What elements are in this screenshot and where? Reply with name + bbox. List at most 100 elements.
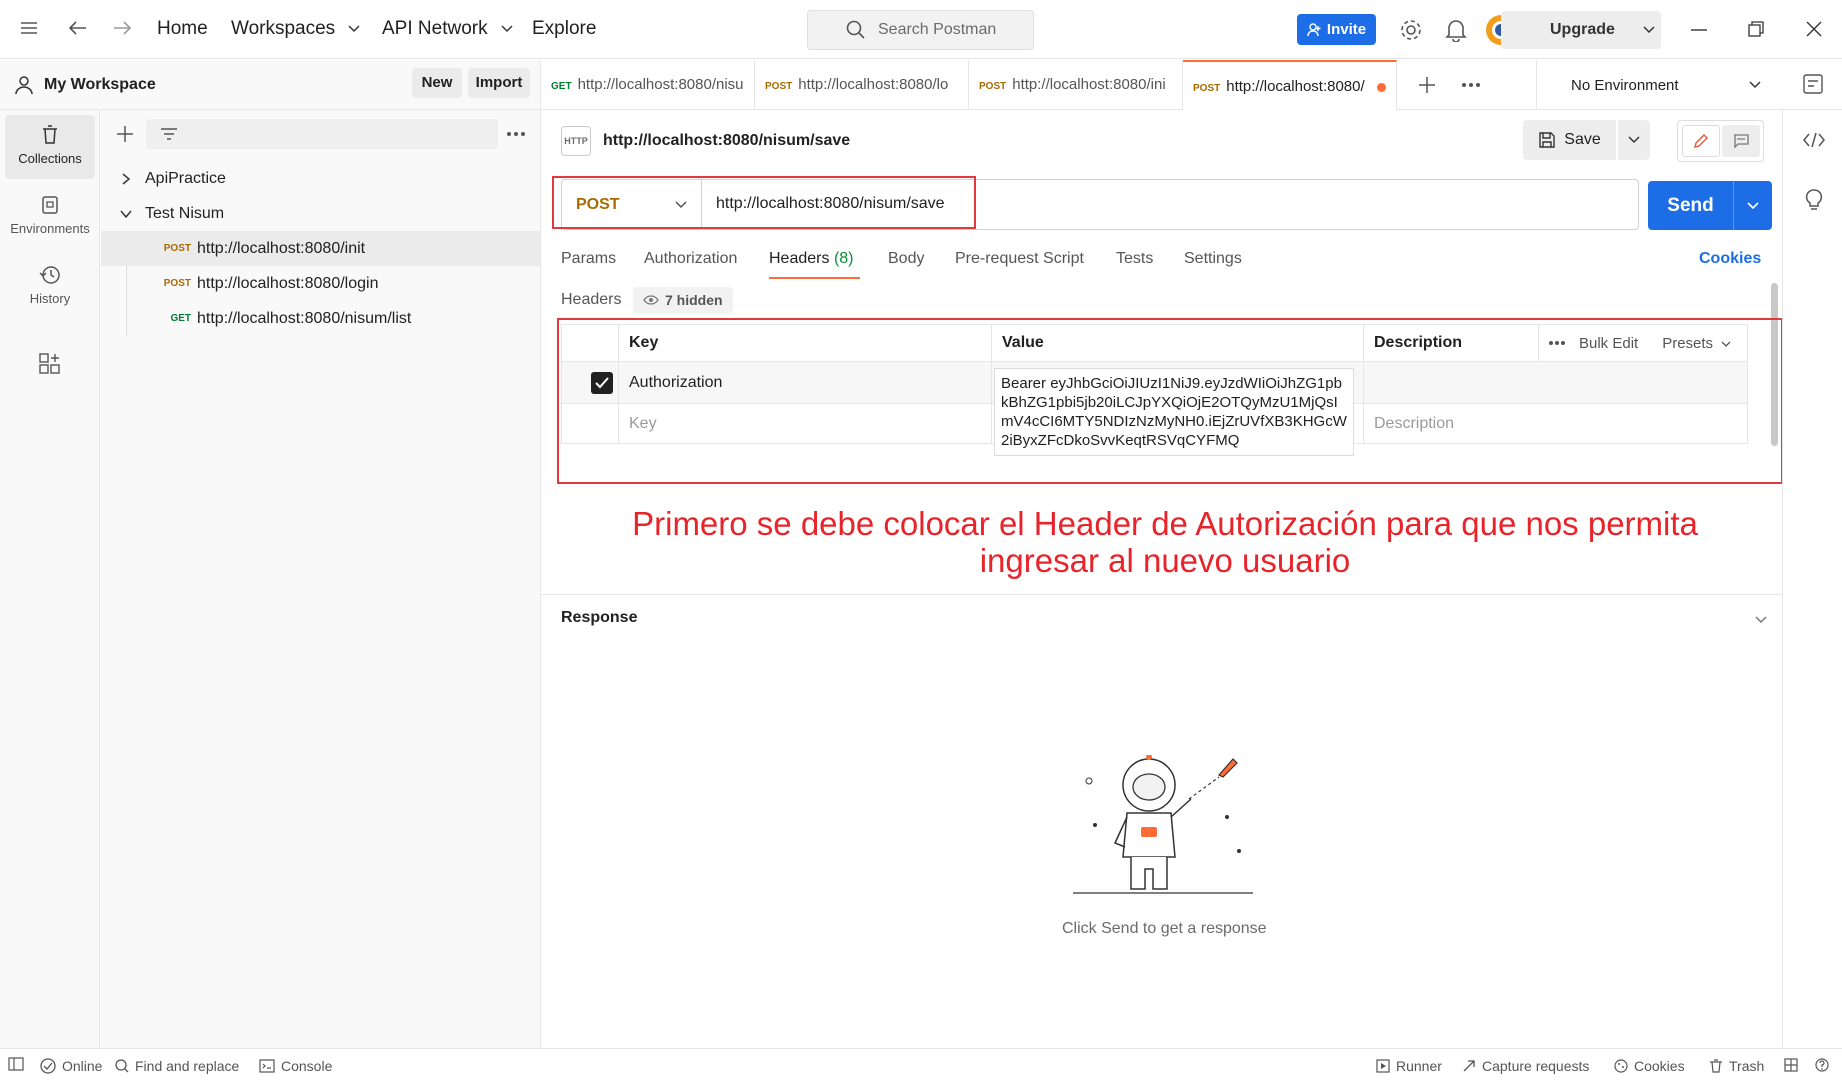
toggle-sidebar-icon[interactable] — [8, 1057, 24, 1071]
online-status[interactable]: Online — [40, 1058, 102, 1074]
cookie-icon — [1614, 1059, 1628, 1073]
save-options-button[interactable] — [1618, 120, 1650, 160]
tab-url: http://localhost:8080/ini — [1012, 76, 1166, 93]
add-collection-icon[interactable] — [116, 125, 134, 143]
new-button[interactable]: New — [412, 68, 462, 98]
close-window-icon[interactable] — [1806, 21, 1822, 37]
tab-settings[interactable]: Settings — [1184, 250, 1242, 268]
comment-mode-button[interactable] — [1722, 125, 1760, 157]
tab-headers-label: Headers — [769, 250, 830, 267]
hamburger-menu-icon[interactable] — [20, 20, 38, 36]
environment-icon — [42, 196, 58, 214]
restore-window-icon[interactable] — [1748, 21, 1764, 37]
workspace-name: My Workspace — [44, 75, 156, 93]
method-badge: POST — [765, 81, 793, 92]
minimize-icon[interactable] — [1691, 29, 1707, 31]
request-title[interactable]: http://localhost:8080/nisum/save — [603, 132, 850, 150]
back-arrow-icon[interactable] — [68, 20, 88, 36]
request-item-init[interactable]: POST http://localhost:8080/init — [101, 231, 540, 266]
send-label: Send — [1667, 194, 1714, 216]
nav-workspaces-label: Workspaces — [231, 18, 336, 39]
chevron-down-icon — [1628, 136, 1640, 144]
save-icon — [1539, 132, 1555, 148]
tab-get-nisum[interactable]: GET http://localhost:8080/nisu — [541, 60, 755, 110]
collection-test-nisum[interactable]: Test Nisum — [101, 196, 540, 231]
lightbulb-icon[interactable] — [1804, 188, 1824, 212]
tab-post-init[interactable]: POST http://localhost:8080/ini — [969, 60, 1183, 110]
request-item-list[interactable]: GET http://localhost:8080/nisum/list — [101, 301, 540, 336]
nav-api-network[interactable]: API Network — [382, 18, 513, 40]
cookies-link[interactable]: Cookies — [1699, 250, 1761, 268]
rail-collections[interactable]: Collections — [5, 115, 95, 179]
help-icon[interactable] — [1815, 1058, 1829, 1072]
runner-button[interactable]: Runner — [1376, 1058, 1442, 1074]
invite-button[interactable]: Invite — [1297, 14, 1376, 45]
environment-quick-look-icon[interactable] — [1803, 74, 1823, 94]
tab-url: http://localhost:8080/ — [1226, 78, 1365, 95]
chevron-down-icon[interactable] — [1755, 616, 1767, 624]
tab-params[interactable]: Params — [561, 250, 616, 268]
search-input[interactable]: Search Postman — [807, 10, 1034, 50]
nav-workspaces[interactable]: Workspaces — [231, 18, 360, 40]
send-options-button[interactable] — [1734, 181, 1772, 230]
console-button[interactable]: Console — [259, 1058, 332, 1074]
find-and-replace[interactable]: Find and replace — [115, 1058, 239, 1074]
edit-mode-button[interactable] — [1682, 125, 1720, 157]
eye-icon — [643, 295, 659, 305]
tab-post-save[interactable]: POST http://localhost:8080/ — [1183, 60, 1397, 110]
collections-icon — [43, 125, 57, 144]
nav-home[interactable]: Home — [157, 18, 208, 40]
editor-mode-toggle — [1677, 120, 1764, 162]
hidden-count: 7 hidden — [665, 292, 723, 308]
method-badge: POST — [979, 81, 1007, 92]
notification-bell-icon[interactable] — [1445, 18, 1467, 42]
tab-post-login[interactable]: POST http://localhost:8080/lo — [755, 60, 969, 110]
import-button[interactable]: Import — [468, 68, 530, 98]
collection-name: Test Nisum — [145, 204, 225, 222]
layout-icon[interactable] — [1784, 1058, 1798, 1072]
response-title: Response — [561, 609, 638, 626]
upgrade-button[interactable]: Upgrade — [1501, 11, 1661, 49]
tab-options-icon[interactable] — [1462, 83, 1480, 87]
tab-body[interactable]: Body — [888, 250, 924, 268]
tab-url: http://localhost:8080/nisu — [577, 76, 744, 93]
save-label: Save — [1564, 131, 1601, 148]
search-icon — [846, 20, 865, 39]
add-apps-icon[interactable] — [39, 353, 61, 375]
method-badge: GET — [170, 313, 191, 324]
forward-arrow-icon[interactable] — [112, 20, 132, 36]
nav-explore[interactable]: Explore — [532, 18, 596, 40]
cookies-button[interactable]: Cookies — [1614, 1058, 1685, 1074]
console-icon — [259, 1059, 275, 1073]
capture-requests-button[interactable]: Capture requests — [1462, 1058, 1589, 1074]
tab-pre-request-script[interactable]: Pre-request Script — [955, 250, 1084, 268]
filter-input[interactable] — [146, 119, 498, 149]
environment-select[interactable]: No Environment — [1536, 60, 1781, 110]
trash-button[interactable]: Trash — [1709, 1058, 1764, 1074]
chevron-down-icon — [1749, 81, 1761, 89]
more-options-icon[interactable] — [507, 132, 525, 136]
find-label: Find and replace — [135, 1058, 240, 1074]
rail-environments[interactable]: Environments — [5, 185, 95, 249]
comment-icon — [1734, 134, 1749, 149]
console-label: Console — [281, 1058, 333, 1074]
collection-name: ApiPractice — [145, 169, 226, 187]
code-snippet-icon[interactable] — [1803, 132, 1825, 148]
collection-apipractice[interactable]: ApiPractice — [101, 161, 540, 196]
tab-tests[interactable]: Tests — [1116, 250, 1153, 268]
rail-history[interactable]: History — [5, 255, 95, 319]
save-button[interactable]: Save — [1523, 120, 1616, 160]
right-rail — [1782, 110, 1842, 1048]
tab-headers[interactable]: Headers (8) — [769, 250, 854, 268]
new-tab-icon[interactable] — [1418, 76, 1436, 94]
tab-authorization[interactable]: Authorization — [644, 250, 737, 268]
workspace-header: My Workspace New Import — [0, 60, 541, 110]
environment-label: No Environment — [1571, 76, 1679, 94]
hidden-headers-toggle[interactable]: 7 hidden — [633, 287, 733, 313]
nav-api-network-label: API Network — [382, 18, 488, 39]
send-button[interactable]: Send — [1648, 181, 1733, 230]
request-item-login[interactable]: POST http://localhost:8080/login — [101, 266, 540, 301]
http-request-icon: HTTP — [561, 126, 591, 156]
settings-gear-icon[interactable] — [1399, 18, 1423, 42]
astronaut-illustration-icon — [1069, 755, 1259, 900]
